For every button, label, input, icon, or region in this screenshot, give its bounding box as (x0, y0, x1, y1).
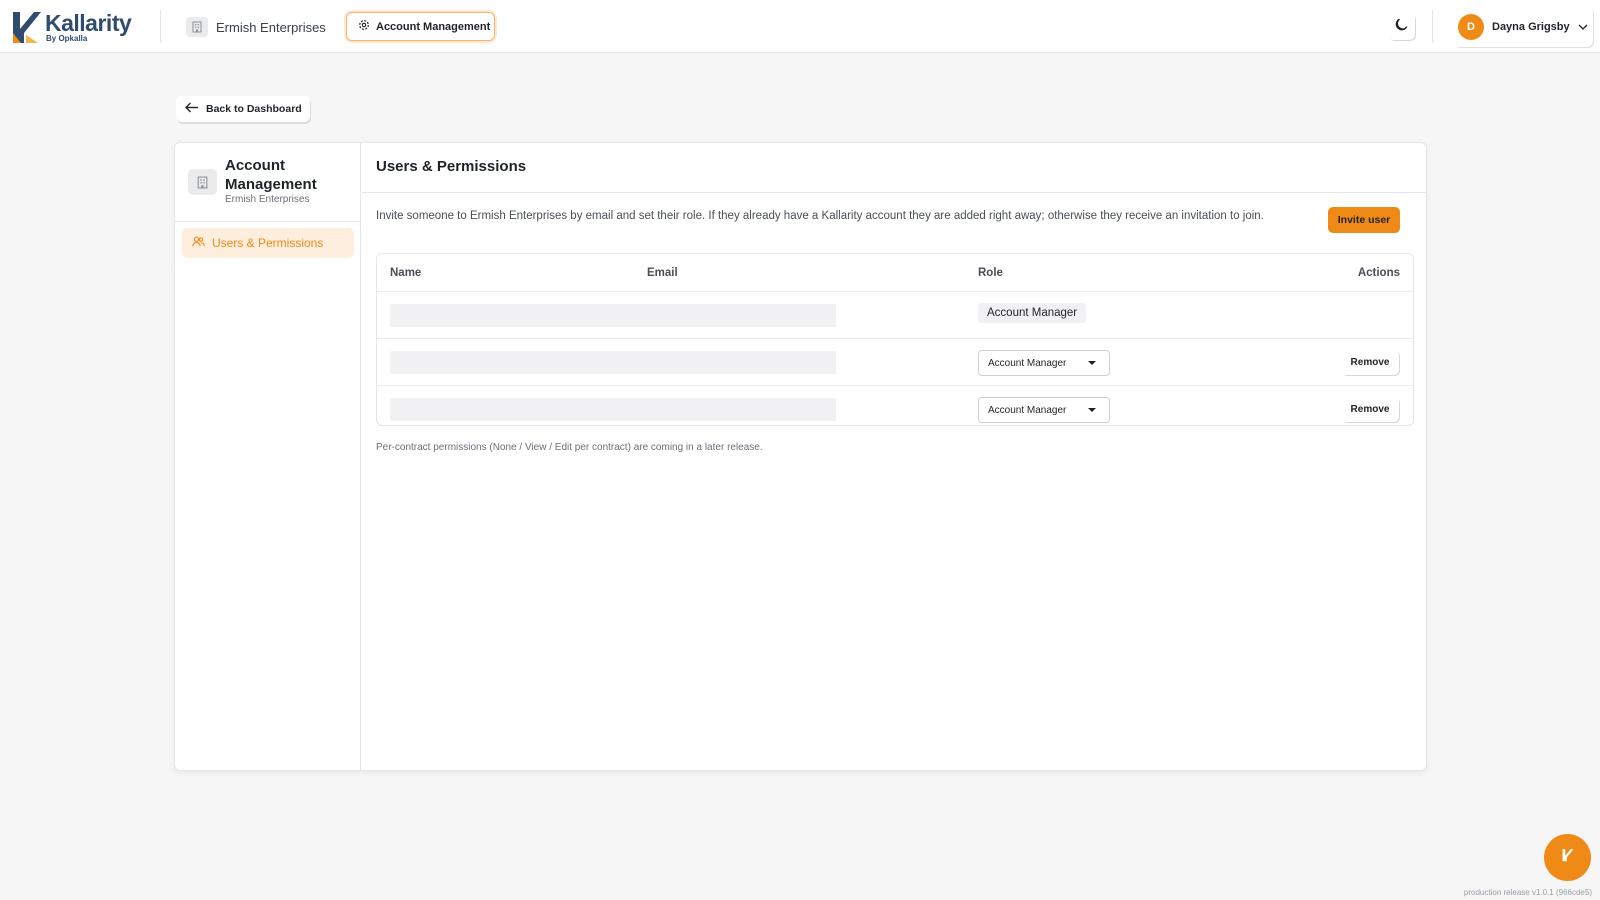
table-row: Account Manager Remove (377, 338, 1413, 385)
kallarity-logo[interactable]: Kallarity By Opkalla (12, 9, 140, 45)
role-select-value: Account Manager (988, 357, 1067, 369)
header-divider (160, 10, 161, 43)
building-icon (188, 169, 217, 195)
name-email-placeholder (390, 398, 836, 421)
role-select-value: Account Manager (988, 404, 1067, 416)
back-to-dashboard-button[interactable]: Back to Dashboard (176, 96, 310, 122)
column-header-actions: Actions (1357, 267, 1400, 279)
sidebar-title: Account Management (225, 157, 317, 193)
org-breadcrumb[interactable]: Ermish Enterprises (186, 16, 326, 38)
name-email-placeholder (390, 304, 836, 327)
remove-button[interactable]: Remove (1341, 350, 1399, 375)
table-row: Account Manager (377, 291, 1413, 338)
avatar: D (1458, 14, 1484, 40)
table-row: Account Manager Remove (377, 385, 1413, 432)
account-management-label: Account Management (376, 20, 491, 33)
sidebar-subtitle: Ermish Enterprises (225, 194, 310, 205)
arrow-left-icon (185, 100, 199, 118)
column-header-email: Email (647, 267, 678, 279)
permissions-footnote: Per-contract permissions (None / View / … (376, 442, 763, 453)
header-divider-right (1432, 10, 1433, 43)
name-email-placeholder (390, 351, 836, 374)
role-badge: Account Manager (978, 303, 1087, 323)
remove-button[interactable]: Remove (1341, 397, 1399, 422)
settings-sidebar: Account Management Ermish Enterprises Us… (175, 143, 361, 770)
brand-tagline: By Opkalla (46, 34, 88, 43)
top-bar: Kallarity By Opkalla Ermish Enterprises … (0, 0, 1600, 53)
column-header-name: Name (390, 267, 422, 279)
release-version: production release v1.0.1 (966cde5) (1463, 888, 1592, 897)
role-select[interactable]: Account Manager (978, 350, 1110, 376)
users-permissions-panel: Users & Permissions Invite someone to Er… (362, 143, 1426, 770)
theme-toggle-button[interactable] (1388, 13, 1415, 40)
chevron-down-icon (1578, 24, 1588, 30)
role-select[interactable]: Account Manager (978, 397, 1110, 423)
sidebar-item-users-permissions[interactable]: Users & Permissions (182, 228, 354, 258)
org-name: Ermish Enterprises (216, 19, 326, 35)
sidebar-item-label: Users & Permissions (212, 236, 324, 250)
kallarity-k-icon (1561, 848, 1575, 867)
kallarity-logo-icon (13, 12, 41, 43)
users-table: Name Email Role Actions Account Manager … (376, 253, 1414, 426)
building-icon (186, 17, 208, 37)
gear-icon (358, 18, 370, 36)
kallarity-assistant-button[interactable] (1544, 834, 1591, 881)
caret-down-icon (1088, 361, 1096, 365)
column-header-role: Role (978, 267, 1003, 279)
user-name: Dayna Grigsby (1492, 21, 1570, 33)
user-menu[interactable]: D Dayna Grigsby (1453, 7, 1593, 47)
sidebar-header: Account Management Ermish Enterprises (175, 143, 361, 222)
brand-name: Kallarity (45, 10, 132, 36)
invite-user-button[interactable]: Invite user (1328, 207, 1400, 233)
account-management-card: Account Management Ermish Enterprises Us… (174, 142, 1427, 771)
users-icon (192, 234, 205, 252)
page-title: Users & Permissions (376, 158, 527, 175)
intro-text: Invite someone to Ermish Enterprises by … (376, 210, 1264, 222)
moon-icon (1394, 17, 1409, 37)
panel-header: Users & Permissions (362, 143, 1426, 193)
account-management-chip[interactable]: Account Management (346, 12, 495, 41)
caret-down-icon (1088, 408, 1096, 412)
back-label: Back to Dashboard (206, 103, 302, 115)
